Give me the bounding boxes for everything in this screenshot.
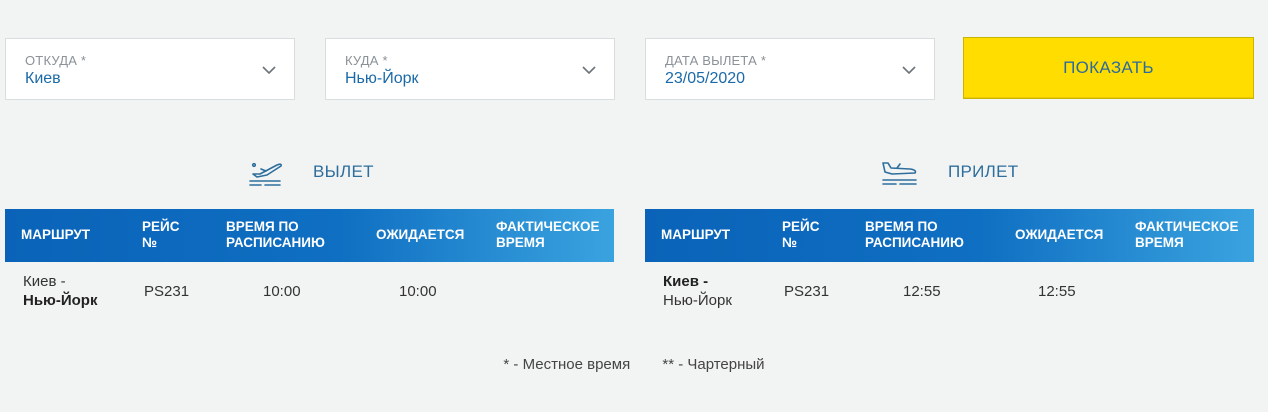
column-header-route: МАРШРУТ [21,227,91,242]
show-button[interactable]: ПОКАЗАТЬ [963,37,1254,99]
expected-time: 12:55 [1038,283,1076,300]
expected-time: 10:00 [399,283,437,300]
departure-table: МАРШРУТ РЕЙС № ВРЕМЯ ПО РАСПИСАНИЮ ОЖИДА… [5,209,614,335]
plane-takeoff-icon [249,162,282,186]
footnotes: * - Местное время ** - Чартерный [0,356,1268,373]
table-row: Киев - Нью-Йорк PS231 10:00 10:00 [5,262,614,335]
footnote-local-time: * - Местное время [503,356,631,373]
departure-heading: ВЫЛЕТ [247,154,374,190]
route-to: Нью-Йорк [23,292,98,309]
table-header: МАРШРУТ РЕЙС № ВРЕМЯ ПО РАСПИСАНИЮ ОЖИДА… [5,209,614,262]
to-value: Нью-Йорк [345,70,419,87]
column-header-actual: ФАКТИЧЕСКОЕ ВРЕМЯ [1135,219,1239,250]
column-header-expected: ОЖИДАЕТСЯ [376,227,465,242]
arrival-heading: ПРИЛЕТ [880,154,1018,190]
column-header-expected: ОЖИДАЕТСЯ [1015,227,1104,242]
table-row: Киев - Нью-Йорк PS231 12:55 12:55 [645,262,1254,335]
column-header-scheduled: ВРЕМЯ ПО РАСПИСАНИЮ [226,219,325,250]
arrival-table: МАРШРУТ РЕЙС № ВРЕМЯ ПО РАСПИСАНИЮ ОЖИДА… [645,209,1254,335]
from-select[interactable]: ОТКУДА * Киев [5,38,295,100]
column-header-scheduled: ВРЕМЯ ПО РАСПИСАНИЮ [865,219,964,250]
route-from: Киев - [23,273,66,290]
date-label: ДАТА ВЫЛЕТА * [665,53,767,68]
to-select[interactable]: КУДА * Нью-Йорк [325,38,615,100]
flight-number: PS231 [144,283,190,300]
from-label: ОТКУДА * [25,53,87,68]
column-header-route: МАРШРУТ [661,227,731,242]
footnote-charter: ** - Чартерный [662,356,765,373]
chevron-down-icon [902,66,916,75]
to-label: КУДА * [345,53,388,68]
route-from: Киев - [663,273,709,290]
from-value: Киев [25,70,61,87]
column-header-flight: РЕЙС № [782,219,820,250]
arrival-title: ПРИЛЕТ [948,162,1019,181]
plane-landing-icon [882,162,917,185]
date-value: 23/05/2020 [665,70,746,87]
scheduled-time: 10:00 [263,283,301,300]
departure-title: ВЫЛЕТ [313,162,374,181]
route-to: Нью-Йорк [663,292,732,309]
flight-number: PS231 [784,283,830,300]
chevron-down-icon [582,66,596,75]
column-header-flight: РЕЙС № [142,219,180,250]
table-header: МАРШРУТ РЕЙС № ВРЕМЯ ПО РАСПИСАНИЮ ОЖИДА… [645,209,1254,262]
scheduled-time: 12:55 [903,283,941,300]
date-select[interactable]: ДАТА ВЫЛЕТА * 23/05/2020 [645,38,935,100]
chevron-down-icon [262,66,276,75]
column-header-actual: ФАКТИЧЕСКОЕ ВРЕМЯ [496,219,600,250]
